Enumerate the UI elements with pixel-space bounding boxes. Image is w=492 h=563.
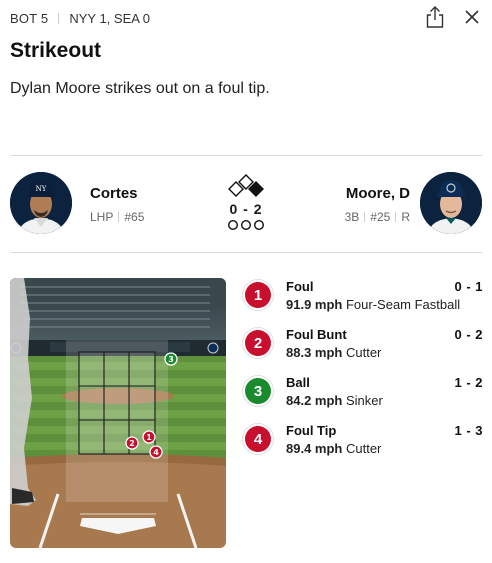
pitcher-name[interactable]: Cortes [90,185,138,202]
pitch-row[interactable]: 2 Foul Bunt 0 - 2 88.3 mph Cutter [245,326,485,374]
pitch-type: Four-Seam Fastball [345,297,461,312]
divider [10,252,482,253]
divider [364,212,366,222]
pitch-detail: 84.2 mph Sinker [286,393,383,408]
player-photo-icon: NY [10,172,72,234]
pitch-speed: 89.4 mph [286,441,343,456]
pitch-row[interactable]: 3 Ball 1 - 2 84.2 mph Sinker [245,374,485,422]
bases-diamond-icon [228,174,264,197]
pitch-number-badge: 2 [245,330,271,356]
batter-number: #25 [370,210,391,224]
batter-bats: R [401,210,410,224]
matchup: NY Cortes LHP #65 0 - 2 Moore, D 3B #25 R [10,170,482,236]
svg-text:3: 3 [168,355,174,364]
pitch-speed: 91.9 mph [286,297,343,312]
pitch-detail: 88.3 mph Cutter [286,345,381,360]
divider [10,155,482,156]
pitch-type: Sinker [345,393,383,408]
svg-text:4: 4 [153,448,159,457]
pitch-speed: 84.2 mph [286,393,343,408]
pitch-detail: 89.4 mph Cutter [286,441,381,456]
outs-indicator-icon [227,219,265,231]
pitch-result: Foul [286,279,314,294]
pitch-number-badge: 4 [245,426,271,452]
divider [118,212,120,222]
pitch-row[interactable]: 4 Foul Tip 1 - 3 89.4 mph Cutter [245,422,485,470]
pitcher-position: LHP [90,210,114,224]
pitch-detail: 91.9 mph Four-Seam Fastball [286,297,460,312]
pitch-count: 1 - 3 [454,423,483,438]
divider [395,212,397,222]
ballpark-background-icon: 3 1 2 4 [10,278,226,548]
svg-text:1: 1 [146,433,152,442]
pitch-row[interactable]: 1 Foul 0 - 1 91.9 mph Four-Seam Fastball [245,278,485,326]
pitch-list: 1 Foul 0 - 1 91.9 mph Four-Seam Fastball… [245,278,485,470]
player-photo-icon [420,172,482,234]
score-label: NYY 1, SEA 0 [69,10,151,26]
play-title: Strikeout [10,39,102,62]
pitch-count: 0 - 2 [454,327,483,342]
pitch-result: Foul Tip [286,423,337,438]
svg-text:2: 2 [129,439,135,448]
pitch-number-badge: 1 [245,282,271,308]
pitcher-avatar[interactable]: NY [10,172,72,234]
pitcher-number: #65 [124,210,145,224]
game-status-bar: BOT 5 NYY 1, SEA 0 [10,6,482,28]
pitch-result: Foul Bunt [286,327,347,342]
batter-position: 3B [344,210,360,224]
strike-zone-view: 3 1 2 4 [10,278,226,548]
play-description: Dylan Moore strikes out on a foul tip. [10,80,270,97]
pitch-count: 1 - 2 [454,375,483,390]
svg-text:NY: NY [36,185,47,193]
batter-name[interactable]: Moore, D [346,185,410,202]
batter-meta: 3B #25 R [345,210,410,224]
pitch-type: Cutter [345,441,382,456]
ball-strike-count: 0 - 2 [229,201,263,217]
pitch-count: 0 - 1 [454,279,483,294]
pitch-result: Ball [286,375,310,390]
batter-avatar[interactable] [420,172,482,234]
pitch-type: Cutter [345,345,382,360]
pitch-number-badge: 3 [245,378,271,404]
divider [58,12,60,24]
count-block: 0 - 2 [216,173,276,231]
close-icon[interactable] [462,7,482,27]
pitcher-meta: LHP #65 [90,210,144,224]
share-icon[interactable] [424,5,446,29]
inning-label: BOT 5 [10,10,49,26]
pitch-speed: 88.3 mph [286,345,343,360]
